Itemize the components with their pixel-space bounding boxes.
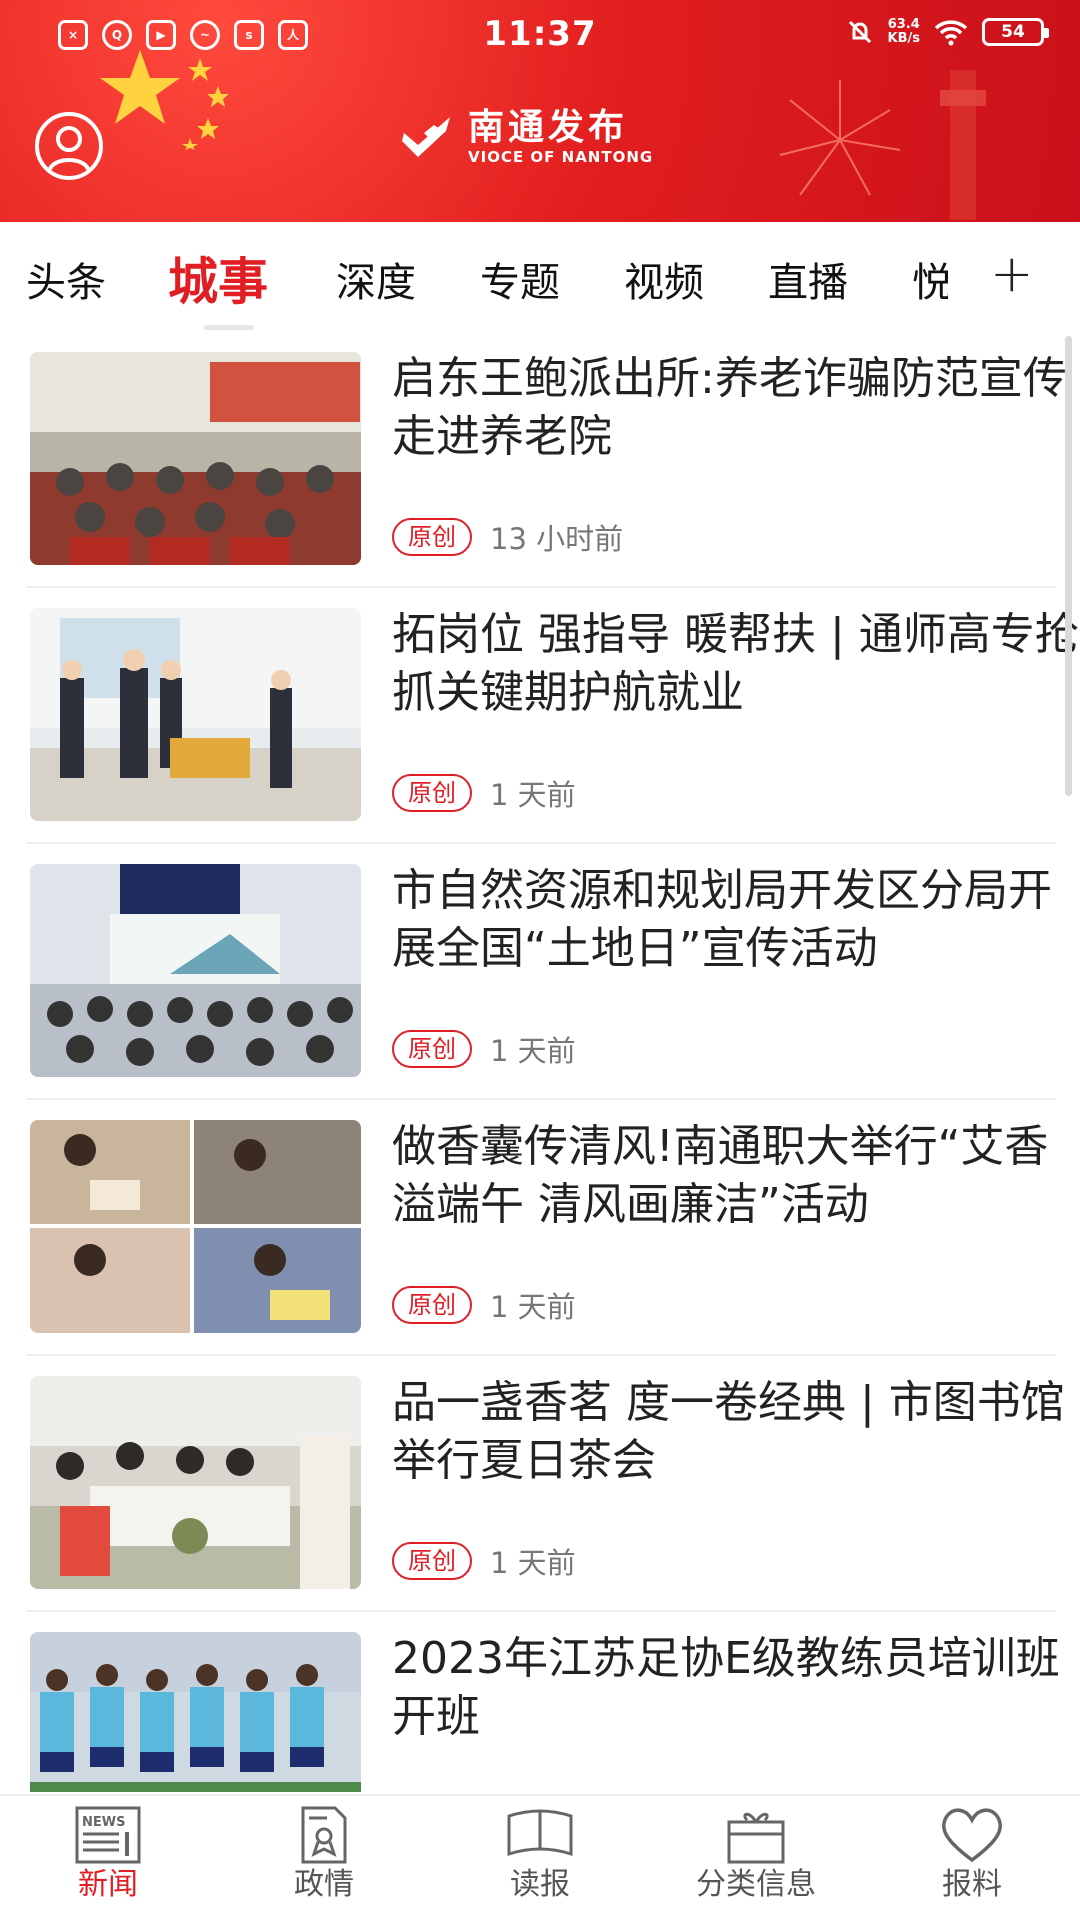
- news-meta: 原创 1 天前: [392, 1028, 576, 1070]
- add-channel-button[interactable]: +: [990, 244, 1034, 304]
- tab-city-news[interactable]: 城事: [168, 242, 268, 314]
- bottom-navigation: NEWS 新闻 政情 读报 分类信息 报料: [0, 1794, 1080, 1920]
- battery-icon: 54: [982, 18, 1049, 46]
- net-speed-unit: KB/s: [887, 31, 920, 46]
- wifi-icon: [934, 20, 968, 46]
- fireworks-decoration-icon: [779, 70, 986, 220]
- original-badge: 原创: [392, 1542, 472, 1580]
- news-time: 1 天前: [490, 1546, 576, 1580]
- news-list: 启东王鲍派出所:养老诈骗防范宣传走进养老院 原创 13 小时前 拓岗位 强指导 …: [0, 332, 1080, 1792]
- news-thumbnail[interactable]: [30, 1376, 361, 1589]
- brand-text: 南通发布 VIOCE OF NANTONG: [468, 107, 654, 167]
- brand-name-en: VIOCE OF NANTONG: [468, 148, 654, 166]
- news-time: 13 小时前: [490, 522, 624, 556]
- tab-live[interactable]: 直播: [768, 250, 848, 308]
- open-paper-icon: [507, 1809, 573, 1857]
- nav-read-paper[interactable]: 读报: [450, 1804, 630, 1904]
- nav-news[interactable]: NEWS 新闻: [18, 1804, 198, 1904]
- news-time: 1 天前: [490, 1290, 576, 1324]
- status-bar: × Q ▶ ~ s 人 11:37 63.4 KB/s 54: [0, 0, 1080, 72]
- news-title[interactable]: 市自然资源和规划局开发区分局开展全国“土地日”宣传活动: [392, 862, 1080, 978]
- gift-box-icon: [727, 1812, 785, 1864]
- tab-depth[interactable]: 深度: [336, 250, 416, 308]
- active-tab-indicator: [204, 325, 254, 330]
- tab-headlines[interactable]: 头条: [26, 250, 106, 308]
- svg-text:NEWS: NEWS: [82, 1815, 125, 1830]
- net-speed-value: 63.4: [887, 17, 920, 32]
- news-meta: 原创 1 天前: [392, 1540, 576, 1582]
- nav-label: 政情: [294, 1867, 354, 1902]
- news-item[interactable]: 市自然资源和规划局开发区分局开展全国“土地日”宣传活动 原创 1 天前: [26, 844, 1056, 1100]
- news-time: 1 天前: [490, 778, 576, 812]
- news-title[interactable]: 品一盏香茗 度一卷经典 | 市图书馆举行夏日茶会: [392, 1374, 1080, 1490]
- original-badge: 原创: [392, 518, 472, 556]
- original-badge: 原创: [392, 1286, 472, 1324]
- status-right: 63.4 KB/s 54: [846, 18, 1049, 46]
- mute-icon: [848, 20, 871, 44]
- news-item[interactable]: 品一盏香茗 度一卷经典 | 市图书馆举行夏日茶会 原创 1 天前: [26, 1356, 1065, 1612]
- app-header: × Q ▶ ~ s 人 11:37 63.4 KB/s 54 南通发布 VIOC…: [0, 0, 1080, 222]
- user-icon: [47, 126, 91, 173]
- nav-label: 报料: [942, 1867, 1002, 1902]
- news-title[interactable]: 2023年江苏足协E级教练员培训班开班: [392, 1630, 1080, 1746]
- tab-yue[interactable]: 悦: [912, 250, 948, 308]
- original-badge: 原创: [392, 774, 472, 812]
- news-time: 1 天前: [490, 1034, 576, 1068]
- user-avatar-button[interactable]: [35, 112, 103, 180]
- news-title[interactable]: 拓岗位 强指导 暖帮扶 | 通师高专抢抓关键期护航就业: [392, 606, 1080, 722]
- nav-politics[interactable]: 政情: [234, 1804, 414, 1904]
- heart-icon: [941, 1808, 1003, 1863]
- news-item[interactable]: 2023年江苏足协E级教练员培训班开班: [26, 1612, 1060, 1792]
- newspaper-icon: NEWS: [75, 1806, 141, 1864]
- news-thumbnail[interactable]: [30, 1120, 361, 1333]
- news-meta: 原创 1 天前: [392, 772, 576, 814]
- scrollbar[interactable]: [1065, 336, 1072, 796]
- channel-tabs: 头条 城事 深度 专题 视频 直播 悦 +: [0, 222, 1080, 332]
- news-meta: 原创 1 天前: [392, 1284, 576, 1326]
- news-item[interactable]: 拓岗位 强指导 暖帮扶 | 通师高专抢抓关键期护航就业 原创 1 天前: [26, 588, 1079, 844]
- news-title[interactable]: 做香囊传清风!南通职大举行“艾香溢端午 清风画廉洁”活动: [392, 1118, 1080, 1234]
- nav-label: 新闻: [78, 1867, 138, 1902]
- tab-video[interactable]: 视频: [624, 250, 704, 308]
- brand-name-cn: 南通发布: [468, 107, 629, 148]
- news-thumbnail[interactable]: [30, 608, 361, 821]
- news-item[interactable]: 启东王鲍派出所:养老诈骗防范宣传走进养老院 原创 13 小时前: [26, 332, 1067, 588]
- news-thumbnail[interactable]: [30, 352, 361, 565]
- news-title[interactable]: 启东王鲍派出所:养老诈骗防范宣传走进养老院: [392, 350, 1080, 466]
- news-thumbnail[interactable]: [30, 864, 361, 1077]
- original-badge: 原创: [392, 1030, 472, 1068]
- tab-topics[interactable]: 专题: [480, 250, 560, 308]
- nav-label: 分类信息: [696, 1867, 816, 1902]
- brand-logo: 南通发布 VIOCE OF NANTONG: [400, 108, 653, 166]
- nav-label: 读报: [510, 1867, 570, 1902]
- net-speed: 63.4 KB/s: [888, 18, 920, 46]
- nav-classified[interactable]: 分类信息: [666, 1804, 846, 1904]
- document-award-icon: [301, 1806, 347, 1864]
- news-thumbnail[interactable]: [30, 1632, 361, 1792]
- news-item[interactable]: 做香囊传清风!南通职大举行“艾香溢端午 清风画廉洁”活动 原创 1 天前: [26, 1100, 1056, 1356]
- news-meta: 原创 13 小时前: [392, 516, 623, 558]
- brand-mark-icon: [402, 117, 450, 157]
- nav-tip-off[interactable]: 报料: [882, 1804, 1062, 1904]
